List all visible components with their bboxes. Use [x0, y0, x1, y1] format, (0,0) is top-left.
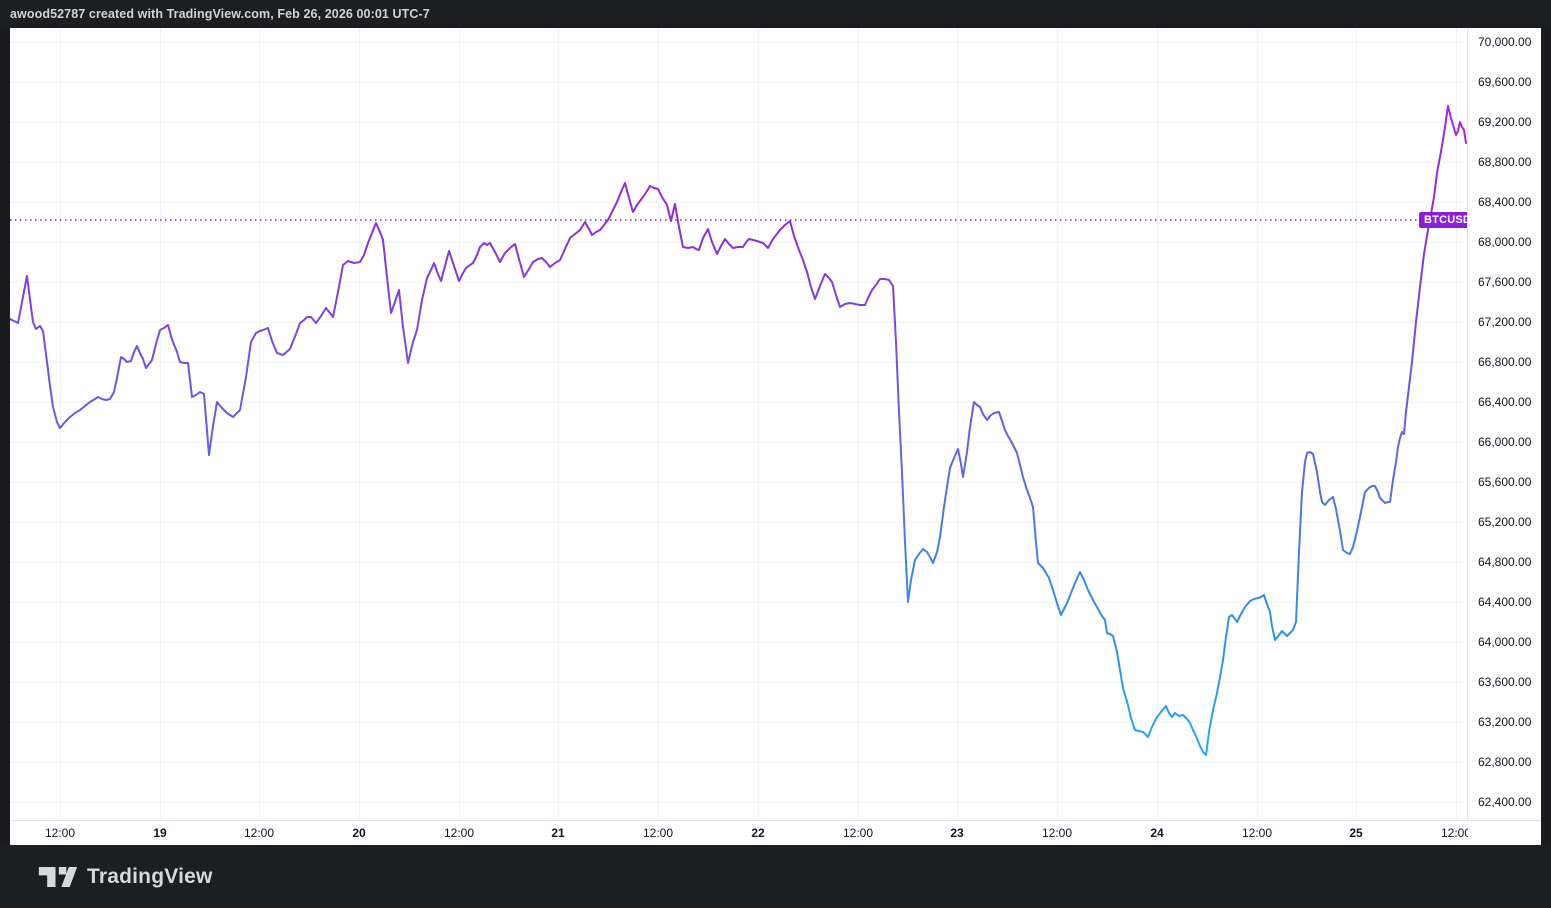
price-line	[10, 106, 1466, 755]
price-axis-label: 64,400.00	[1478, 595, 1531, 609]
price-axis-label: 64,800.00	[1478, 555, 1531, 569]
time-axis-label: 12:00	[1042, 826, 1072, 840]
time-axis-label: 12:00	[1441, 826, 1468, 840]
price-axis-label: 69,200.00	[1478, 115, 1531, 129]
price-axis-label: 69,600.00	[1478, 75, 1531, 89]
time-axis-label: 19	[153, 826, 166, 840]
tradingview-logo-icon	[38, 866, 78, 888]
price-axis-label: 66,800.00	[1478, 355, 1531, 369]
time-axis-label: 12:00	[643, 826, 673, 840]
attribution-text: awood52787 created with TradingView.com,…	[10, 7, 430, 21]
time-axis-label: 24	[1150, 826, 1163, 840]
price-axis-label: 62,800.00	[1478, 755, 1531, 769]
time-axis-label: 12:00	[444, 826, 474, 840]
price-axis-label: 68,000.00	[1478, 235, 1531, 249]
price-chart-plot[interactable]: BTCUSD	[10, 28, 1468, 820]
price-axis-label: 64,000.00	[1478, 635, 1531, 649]
price-axis-label: 63,200.00	[1478, 715, 1531, 729]
price-line-canvas	[10, 28, 1468, 820]
price-axis-label: 62,400.00	[1478, 795, 1531, 809]
time-axis-label: 23	[950, 826, 963, 840]
time-axis-label: 12:00	[244, 826, 274, 840]
price-axis-label: 70,000.00	[1478, 35, 1531, 49]
attribution-bar: awood52787 created with TradingView.com,…	[0, 0, 1551, 28]
time-axis-labels: 12:00 19 12:00 20 12:00 21 12:00 22 12:00 23 12:00…	[10, 821, 1468, 845]
time-axis-label: 22	[751, 826, 764, 840]
time-axis-label: 12:00	[1242, 826, 1272, 840]
price-axis-label: 63,600.00	[1478, 675, 1531, 689]
price-axis-label: 66,000.00	[1478, 435, 1531, 449]
price-axis-label: 67,600.00	[1478, 275, 1531, 289]
time-axis[interactable]: 12:00 19 12:00 20 12:00 21 12:00 22 12:00 23 12:00…	[10, 820, 1541, 845]
time-axis-label: 20	[352, 826, 365, 840]
time-axis-label: 12:00	[45, 826, 75, 840]
price-axis-label: 68,400.00	[1478, 195, 1531, 209]
price-axis-label: 68,800.00	[1478, 155, 1531, 169]
footer-bar: TradingView	[0, 845, 1551, 908]
time-axis-label: 21	[551, 826, 564, 840]
price-axis[interactable]: 70,000.00 69,600.00 69,200.00 68,800.00 68,4…	[1468, 28, 1541, 820]
tradingview-logo[interactable]: TradingView	[38, 865, 213, 889]
time-axis-label: 25	[1349, 826, 1362, 840]
price-axis-label: 65,600.00	[1478, 475, 1531, 489]
time-axis-label: 12:00	[843, 826, 873, 840]
price-axis-label: 66,400.00	[1478, 395, 1531, 409]
price-axis-label: 65,200.00	[1478, 515, 1531, 529]
price-axis-label: 67,200.00	[1478, 315, 1531, 329]
chart-widget: BTCUSD 70,000.00 69,600.00 69,200.00 68,800…	[10, 28, 1541, 845]
symbol-price-badge[interactable]: BTCUSD	[1419, 212, 1468, 228]
tradingview-logo-text: TradingView	[87, 865, 213, 889]
